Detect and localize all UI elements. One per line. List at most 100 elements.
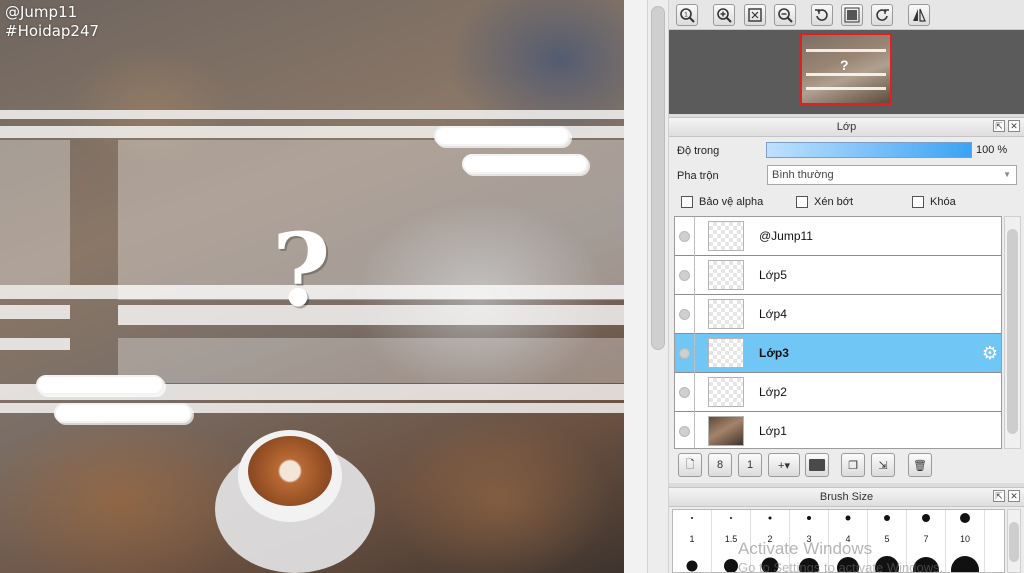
opacity-value: 100 % <box>976 144 1008 156</box>
blend-mode-value: Bình thường <box>772 169 834 181</box>
brush-dot <box>951 556 979 572</box>
brush-panel-title: Brush Size <box>819 491 874 503</box>
brush-dot <box>686 560 698 572</box>
1bit-layer-icon: 1 <box>746 459 754 471</box>
layer-row-lop3[interactable]: Lớp3 ⚙ <box>675 334 1001 373</box>
layer-row-lop2[interactable]: Lớp2 <box>675 373 1001 412</box>
new-layer-button[interactable]: 🗋 <box>678 453 702 477</box>
scrollbar-thumb[interactable] <box>1009 522 1019 562</box>
lower-panel-rect <box>118 338 624 383</box>
thumb-question-mark: ? <box>840 57 849 73</box>
divider <box>694 334 695 373</box>
fit-window-button[interactable] <box>744 4 766 26</box>
checkbox-box[interactable] <box>681 196 693 208</box>
layer-thumbnail <box>708 221 744 251</box>
layer-name: Lớp3 <box>759 346 789 360</box>
layer-list[interactable]: @Jump11 Lớp5 Lớp4 Lớp3 ⚙ Lớp2 Lớp1 <box>674 216 1002 449</box>
undock-icon[interactable]: ⇱ <box>993 490 1005 502</box>
checkbox-label: Khóa <box>930 196 956 208</box>
close-icon[interactable]: ✕ <box>1008 490 1020 502</box>
add-layer-menu-button[interactable]: +▾ <box>768 453 800 477</box>
duplicate-icon: ❐ <box>848 459 858 472</box>
merge-down-button[interactable]: ⇲ <box>871 453 895 477</box>
layer-list-scrollbar[interactable] <box>1004 216 1021 449</box>
checkbox-box[interactable] <box>912 196 924 208</box>
zoom-in-icon <box>717 8 732 23</box>
layer-name: @Jump11 <box>759 229 813 243</box>
layer-row-lop5[interactable]: Lớp5 <box>675 256 1001 295</box>
new-folder-button[interactable] <box>805 453 829 477</box>
zoom-out-button[interactable] <box>774 4 796 26</box>
drawing-canvas[interactable]: ? @Jump11 #Hoidap247 <box>0 0 624 573</box>
brush-grid-scrollbar[interactable] <box>1007 509 1021 573</box>
checkbox-label: Bảo vệ alpha <box>699 196 764 208</box>
brush-size-label: 10 <box>959 534 970 544</box>
brush-size-label: 1 <box>689 534 695 544</box>
divider <box>694 217 695 256</box>
canvas-watermark-name: @Jump11 <box>5 3 78 21</box>
layer-row-jump11[interactable]: @Jump11 <box>675 217 1001 256</box>
thumb-band <box>806 49 886 52</box>
visibility-toggle[interactable] <box>679 387 690 398</box>
clipping-checkbox[interactable]: Xén bớt <box>796 196 853 208</box>
brush-dot <box>724 559 738 572</box>
flip-horizontal-icon <box>913 8 926 22</box>
protect-alpha-checkbox[interactable]: Bảo vệ alpha <box>681 196 763 208</box>
right-dock: 1 ? Lớp ⇱ ✕ Độ trong 100 % Pha trộn Bình… <box>669 0 1024 573</box>
navigator-thumbnail[interactable]: ? <box>800 33 892 105</box>
merge-down-icon: ⇲ <box>878 459 888 472</box>
brush-dot <box>691 517 693 519</box>
visibility-toggle[interactable] <box>679 309 690 320</box>
layer-name: Lớp5 <box>759 268 787 282</box>
layer-name: Lớp2 <box>759 385 787 399</box>
gear-icon[interactable]: ⚙ <box>980 343 1000 363</box>
brush-size-option[interactable]: 1 <box>673 510 712 572</box>
brush-size-option[interactable]: 10 <box>946 510 985 572</box>
zoom-in-button[interactable] <box>713 4 735 26</box>
reset-rotation-icon <box>844 7 860 23</box>
zoom-actual-button[interactable]: 1 <box>676 4 698 26</box>
visibility-toggle[interactable] <box>679 348 690 359</box>
checkbox-box[interactable] <box>796 196 808 208</box>
canvas-vertical-scrollbar[interactable] <box>647 0 669 573</box>
layer-thumbnail <box>708 416 744 446</box>
new-1bit-layer-button[interactable]: 1 <box>738 453 762 477</box>
scrollbar-thumb[interactable] <box>1007 229 1018 434</box>
label-pill <box>54 403 192 423</box>
visibility-toggle[interactable] <box>679 270 690 281</box>
new-8bit-layer-button[interactable]: 8 <box>708 453 732 477</box>
activate-windows-subtitle: Go to Settings to activate Windows. <box>738 560 944 573</box>
navigator-toolbar: 1 <box>669 0 1024 30</box>
opacity-label: Độ trong <box>677 145 720 157</box>
undock-icon[interactable]: ⇱ <box>993 120 1005 132</box>
rotate-left-button[interactable] <box>811 4 833 26</box>
svg-text:1: 1 <box>684 12 688 19</box>
layer-name: Lớp1 <box>759 424 787 438</box>
label-pill <box>462 154 588 174</box>
reset-rotation-button[interactable] <box>841 4 863 26</box>
layer-row-lop4[interactable]: Lớp4 <box>675 295 1001 334</box>
duplicate-layer-button[interactable]: ❐ <box>841 453 865 477</box>
zoom-actual-icon: 1 <box>680 8 695 23</box>
scrollbar-thumb[interactable] <box>651 6 665 350</box>
layer-row-lop1[interactable]: Lớp1 <box>675 412 1001 448</box>
blend-label: Pha trộn <box>677 170 719 182</box>
chevron-down-icon: ▼ <box>1003 170 1011 179</box>
rotate-right-button[interactable] <box>871 4 893 26</box>
delete-layer-button[interactable]: 🗑 <box>908 453 932 477</box>
lock-checkbox[interactable]: Khóa <box>912 196 956 208</box>
flip-horizontal-button[interactable] <box>908 4 930 26</box>
opacity-slider[interactable] <box>766 142 972 158</box>
label-pill <box>36 375 164 395</box>
layer-thumbnail <box>708 260 744 290</box>
blend-mode-select[interactable]: Bình thường ▼ <box>767 165 1017 185</box>
close-icon[interactable]: ✕ <box>1008 120 1020 132</box>
layer-toolbar: 🗋 8 1 +▾ ❐ ⇲ 🗑 <box>669 453 1024 481</box>
brush-dot <box>845 515 851 521</box>
visibility-toggle[interactable] <box>679 231 690 242</box>
navigator-preview[interactable]: ? <box>669 30 1024 114</box>
brush-dot <box>884 515 890 521</box>
visibility-toggle[interactable] <box>679 426 690 437</box>
layer-name: Lớp4 <box>759 307 787 321</box>
checkbox-label: Xén bớt <box>814 196 854 208</box>
